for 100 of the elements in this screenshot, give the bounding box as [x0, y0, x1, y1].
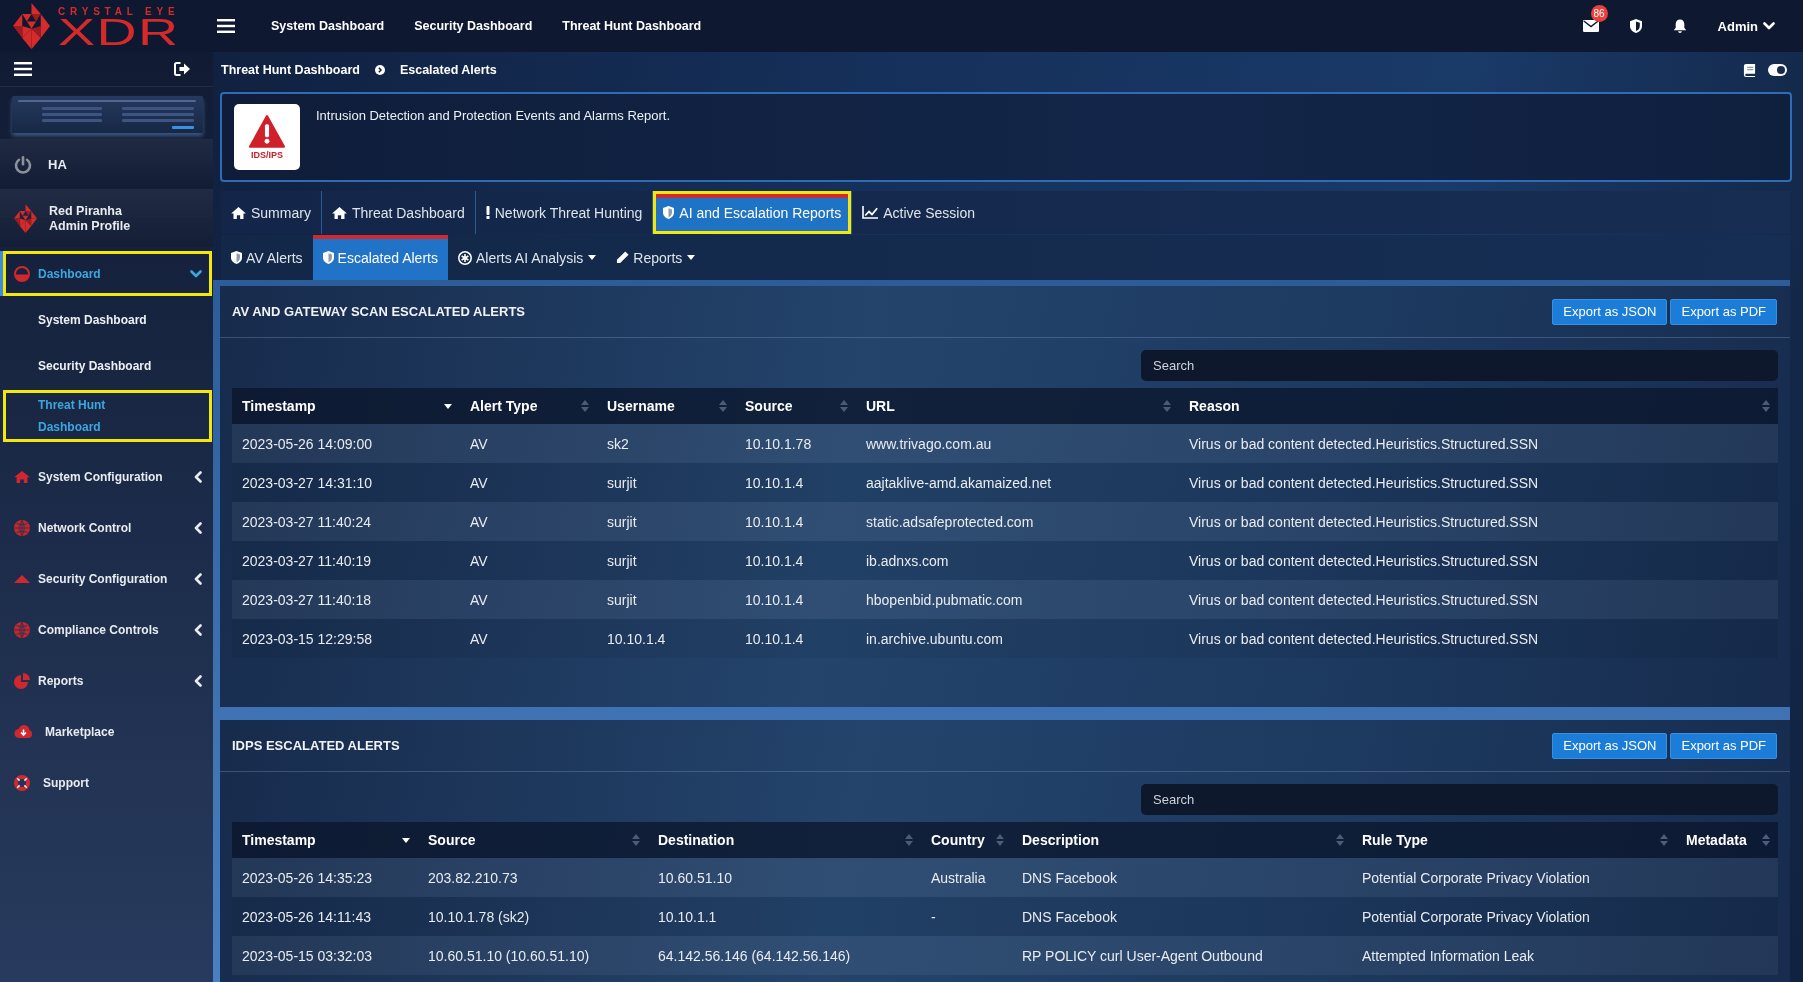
subtab[interactable]: Escalated Alerts — [312, 235, 448, 280]
column-header[interactable]: Timestamp — [232, 388, 460, 424]
report-description: Intrusion Detection and Protection Events and Alarms Report. — [316, 108, 671, 123]
shield-icon[interactable] — [1629, 19, 1642, 33]
table-cell-text: surjit — [606, 590, 638, 610]
bell-icon[interactable] — [1672, 18, 1687, 34]
column-header[interactable]: Destination — [648, 822, 921, 858]
lifebuoy-icon — [14, 774, 30, 791]
table-cell-text: 2023-03-27 14:31:10 — [241, 473, 373, 493]
column-header[interactable]: Country — [921, 822, 1012, 858]
ha-link[interactable]: HA — [0, 139, 213, 189]
sign-out-icon[interactable] — [174, 62, 190, 76]
pencil-icon — [616, 251, 630, 264]
table-cell-text: DNS Facebook — [1021, 868, 1118, 888]
tab[interactable]: Summary — [221, 191, 322, 234]
column-header[interactable]: Description — [1012, 822, 1352, 858]
column-header[interactable]: Rule Type — [1352, 822, 1676, 858]
sidebar-subitem[interactable]: Security Dashboard — [3, 344, 212, 388]
table-cell-text: 2023-03-27 11:40:18 — [241, 590, 372, 610]
sidebar-item[interactable]: Support — [0, 760, 212, 805]
sidebar-item[interactable]: Dashboard — [0, 251, 212, 296]
sidebar-item[interactable]: Reports — [0, 658, 212, 703]
table-cell-text: AV — [469, 590, 489, 610]
sidebar-subitem[interactable]: Threat Hunt Dashboard — [3, 390, 212, 442]
user-menu[interactable]: Admin — [1717, 18, 1775, 34]
table-cell-text: in.archive.ubuntu.com — [865, 629, 1004, 649]
export-button[interactable]: Export as PDF — [1670, 298, 1777, 325]
table-cell-text: AV — [469, 434, 489, 454]
table-cell-text: AV — [469, 473, 489, 493]
subtab[interactable]: Reports — [606, 235, 706, 280]
table-cell-text: AV — [469, 512, 489, 532]
tab[interactable]: AI and Escalation Reports — [653, 191, 853, 234]
export-button[interactable]: Export as PDF — [1670, 732, 1777, 759]
table-cell-text: 2023-03-27 11:40:24 — [241, 512, 372, 532]
shield-icon — [231, 251, 242, 264]
menu-icon[interactable] — [14, 62, 32, 76]
column-header[interactable]: Username — [597, 388, 735, 424]
table-cell-text: AV — [469, 629, 489, 649]
nav-link[interactable]: System Dashboard — [271, 19, 385, 33]
table-cell-text: Potential Corporate Privacy Violation — [1361, 868, 1591, 888]
line-chart-icon — [862, 206, 879, 219]
exclamation-icon — [485, 206, 490, 219]
tab[interactable]: Threat Dashboard — [321, 191, 476, 234]
column-header[interactable]: URL — [856, 388, 1179, 424]
table-cell-text: Potential Corporate Privacy Violation — [1361, 907, 1591, 927]
column-header[interactable]: Metadata — [1676, 822, 1778, 858]
mail-icon[interactable] — [1582, 20, 1599, 32]
sidebar-item[interactable]: Security Configuration — [0, 556, 212, 601]
triangle-icon — [14, 574, 30, 583]
table-cell-text: hbopenbid.pubmatic.com — [865, 590, 1024, 610]
breadcrumb-link[interactable]: Threat Hunt Dashboard — [221, 63, 360, 77]
table-cell-text: Virus or bad content detected.Heuristics.Structured.SSN — [1188, 551, 1540, 571]
table-cell-text: AV — [469, 551, 489, 571]
table-cell-text: Virus or bad content detected.Heuristics.Structured.SSN — [1188, 512, 1540, 532]
table-cell-text: 10.60.51.10 — [657, 868, 733, 888]
search-field[interactable]: Search — [1141, 784, 1778, 815]
table-cell-text: 10.10.1.4 — [744, 629, 805, 649]
subtab[interactable]: AV Alerts — [221, 235, 313, 280]
panel-title: IDPS ESCALATED ALERTS — [232, 738, 400, 753]
cloud-download-icon — [14, 725, 32, 738]
warning-icon — [249, 114, 285, 148]
theme-toggle[interactable] — [1768, 64, 1787, 76]
nav-link[interactable]: Security Dashboard — [414, 19, 533, 33]
column-header[interactable]: Timestamp — [232, 822, 418, 858]
panel-title: AV AND GATEWAY SCAN ESCALATED ALERTS — [232, 304, 525, 319]
table-cell-text: 64.142.56.146 (64.142.56.146) — [657, 946, 852, 966]
table-cell-text: surjit — [606, 512, 638, 532]
sidebar-item[interactable]: Marketplace — [0, 709, 212, 754]
menu-icon[interactable] — [217, 19, 235, 33]
search-field[interactable]: Search — [1141, 350, 1778, 381]
table-cell-text: sk2 — [606, 434, 630, 454]
sidebar-subitem[interactable]: System Dashboard — [3, 298, 212, 342]
sidebar-item[interactable]: Network Control — [0, 505, 212, 550]
table-cell-text: surjit — [606, 473, 638, 493]
profile-link[interactable]: Red Piranha Admin Profile — [0, 189, 213, 247]
sidebar-item[interactable]: System Configuration — [0, 454, 212, 499]
half-filled-circle-icon — [14, 265, 30, 282]
column-header[interactable]: Reason — [1179, 388, 1778, 424]
tab[interactable]: Active Session — [852, 191, 986, 234]
unread-count-badge: 86 — [1590, 5, 1608, 22]
column-header[interactable]: Alert Type — [460, 388, 597, 424]
export-button[interactable]: Export as JSON — [1552, 732, 1668, 759]
table-cell-text: 2023-05-26 14:09:00 — [241, 434, 373, 454]
table-cell-text: 203.82.210.73 — [427, 868, 519, 888]
table-cell-text: ib.adnxs.com — [865, 551, 950, 571]
column-header[interactable]: Source — [418, 822, 648, 858]
export-button[interactable]: Export as JSON — [1552, 298, 1668, 325]
subtab[interactable]: Alerts AI Analysis — [447, 235, 607, 280]
table-cell-text: 2023-03-27 11:40:19 — [241, 551, 372, 571]
nav-link[interactable]: Threat Hunt Dashboard — [562, 19, 702, 33]
table-cell-text: Virus or bad content detected.Heuristics.Structured.SSN — [1188, 473, 1540, 493]
asterisk-circle-icon — [457, 250, 472, 265]
table-cell-text: 10.10.1.1 — [657, 907, 718, 927]
globe-icon — [14, 519, 30, 536]
book-icon[interactable] — [1743, 63, 1756, 77]
pie-chart-icon — [14, 672, 30, 689]
sidebar-item[interactable]: Compliance Controls — [0, 607, 212, 652]
column-header[interactable]: Source — [735, 388, 856, 424]
table-cell-text: DNS Facebook — [1021, 907, 1118, 927]
table-cell-text: RP POLICY curl User-Agent Outbound — [1021, 946, 1264, 966]
